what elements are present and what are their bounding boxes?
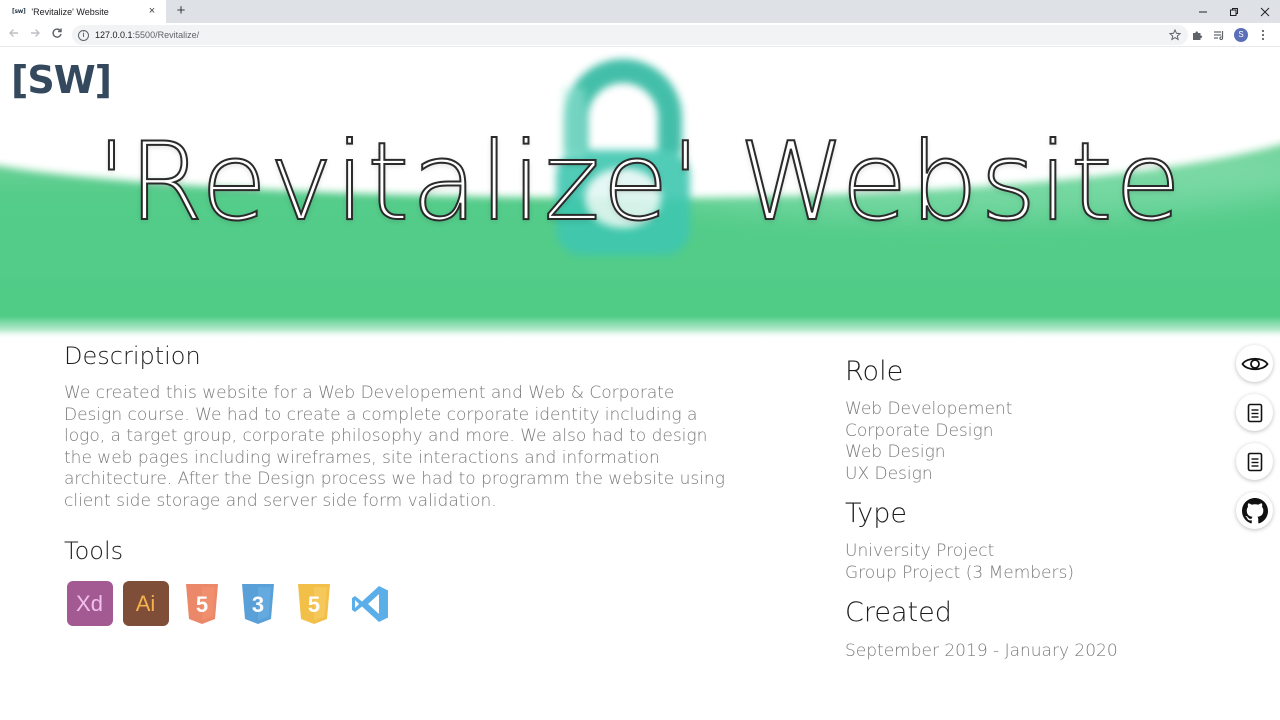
html5-icon: 5 <box>178 581 225 626</box>
media-control-icon[interactable] <box>1208 26 1230 44</box>
type-item: Group Project (3 Members) <box>845 562 1074 583</box>
type-heading: Type <box>845 498 908 529</box>
svg-text:5: 5 <box>307 592 319 617</box>
document-button[interactable] <box>1236 443 1273 480</box>
profile-avatar[interactable]: S <box>1230 26 1252 44</box>
hero-title: 'Revitalize' Website <box>96 119 1184 246</box>
adobe-illustrator-icon: Ai <box>122 581 169 626</box>
svg-text:5: 5 <box>195 592 207 617</box>
role-item: Web Design <box>845 442 946 462</box>
hero-banner: 'Revitalize' Website <box>0 48 1280 338</box>
role-heading: Role <box>845 356 904 387</box>
created-heading: Created <box>845 597 952 628</box>
close-window-button[interactable] <box>1249 0 1280 23</box>
more-menu-icon[interactable] <box>1252 26 1274 44</box>
extensions-icon[interactable] <box>1186 26 1208 44</box>
view-project-button[interactable] <box>1236 345 1273 382</box>
site-logo[interactable]: [SW] <box>11 58 112 102</box>
github-icon <box>1241 497 1268 523</box>
forward-button[interactable] <box>26 26 44 44</box>
document-icon <box>1247 403 1262 422</box>
new-tab-button[interactable]: + <box>172 2 190 20</box>
svg-text:3: 3 <box>251 592 263 617</box>
vscode-icon <box>346 581 393 626</box>
tools-heading: Tools <box>64 537 124 565</box>
close-icon <box>1260 7 1269 16</box>
description-text: We created this website for a Web Develo… <box>64 383 725 511</box>
tab-close-icon[interactable]: × <box>145 4 159 18</box>
github-button[interactable] <box>1236 492 1273 529</box>
css3-icon: 3 <box>234 581 281 626</box>
web-page: 'Revitalize' Website [SW] Description We… <box>0 48 1280 720</box>
tab-favicon: [sw] <box>12 8 26 15</box>
created-date-range: September 2019 - January 2020 <box>845 641 1118 661</box>
browser-tab[interactable]: [sw] 'Revitalize' Website × <box>0 0 166 23</box>
eye-icon <box>1240 357 1269 370</box>
reload-icon <box>52 28 62 38</box>
description-heading: Description <box>64 342 201 370</box>
adobe-xd-icon: Xd <box>66 581 113 626</box>
tools-list: Xd Ai 5 3 5 <box>66 581 393 626</box>
site-info-icon[interactable]: i <box>78 29 89 41</box>
window-controls <box>1187 0 1280 23</box>
arrow-right-icon <box>31 29 40 37</box>
role-item: UX Design <box>845 463 933 484</box>
address-bar[interactable]: i 127.0.0.1:5500/Revitalize/ <box>72 25 1188 45</box>
browser-tab-bar: [sw] 'Revitalize' Website × + <box>0 0 1280 23</box>
type-list: University Project Group Project (3 Memb… <box>845 541 1074 584</box>
toolbar-actions: S <box>1164 26 1274 44</box>
arrow-left-icon <box>9 29 18 37</box>
role-list: Web Developement Corporate Design Web De… <box>845 399 1012 485</box>
document-icon <box>1247 452 1262 471</box>
url-text: 127.0.0.1:5500/Revitalize/ <box>95 30 200 40</box>
back-button[interactable] <box>5 26 23 44</box>
minimize-icon <box>1198 11 1207 12</box>
bookmark-star-icon[interactable] <box>1164 26 1186 44</box>
browser-toolbar: i 127.0.0.1:5500/Revitalize/ S <box>0 23 1280 47</box>
javascript-icon: 5 <box>290 581 337 626</box>
role-item: Web Developement <box>845 399 1013 419</box>
restore-button[interactable] <box>1218 0 1249 23</box>
side-link-bar <box>1236 345 1273 529</box>
hero-bottom-fade <box>0 316 1280 338</box>
minimize-button[interactable] <box>1187 0 1218 23</box>
tab-title: 'Revitalize' Website <box>31 6 109 17</box>
document-button[interactable] <box>1236 394 1273 431</box>
role-item: Corporate Design <box>845 420 994 441</box>
reload-button[interactable] <box>48 26 66 44</box>
type-item: University Project <box>845 541 995 561</box>
restore-icon <box>1229 7 1238 16</box>
